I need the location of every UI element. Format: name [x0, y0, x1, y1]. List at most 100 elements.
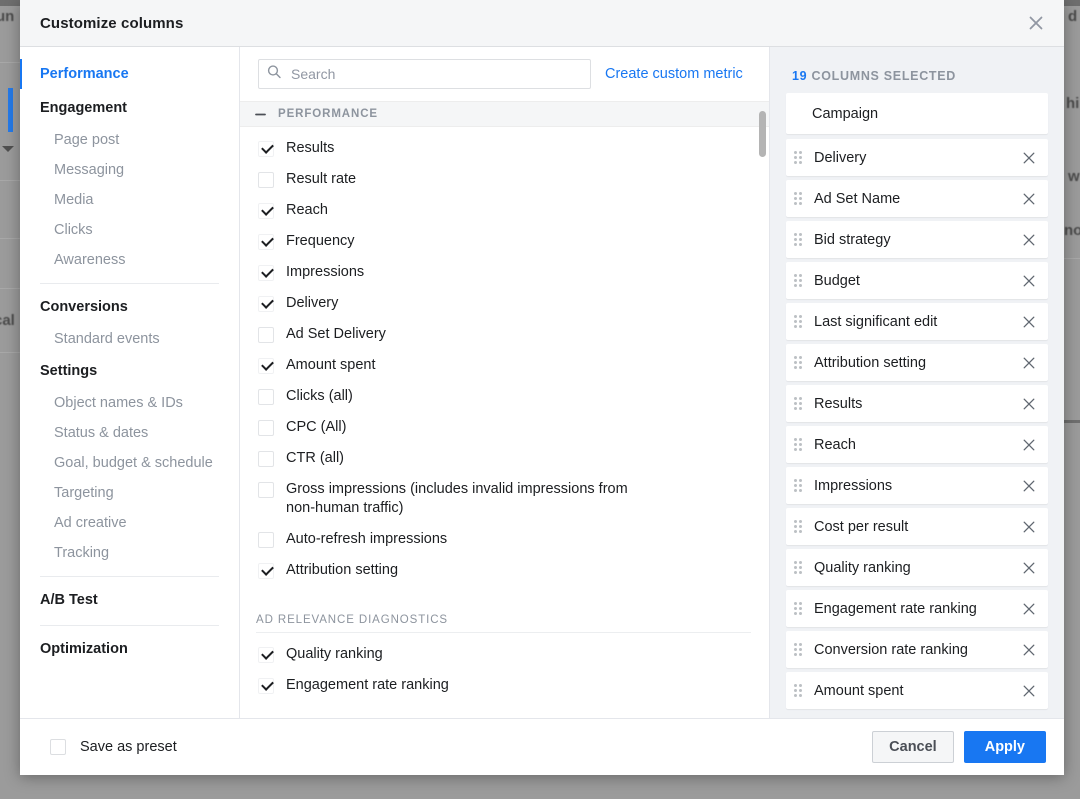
selected-column-item[interactable]: Engagement rate ranking	[786, 590, 1048, 627]
sidebar-subitem-page-post[interactable]: Page post	[20, 125, 239, 155]
sidebar-item-performance[interactable]: Performance	[20, 57, 239, 91]
metric-row[interactable]: Amount spent	[240, 350, 769, 381]
sidebar-subitem-targeting[interactable]: Targeting	[20, 478, 239, 508]
save-as-preset-control[interactable]: Save as preset	[50, 739, 177, 755]
remove-column-icon[interactable]	[1020, 231, 1038, 249]
drag-handle-icon[interactable]	[794, 478, 806, 493]
drag-handle-icon[interactable]	[794, 601, 806, 616]
selected-column-item[interactable]: Delivery	[786, 139, 1048, 176]
metric-row[interactable]: Ad Set Delivery	[240, 319, 769, 350]
metric-row[interactable]: Clicks (all)	[240, 381, 769, 412]
sidebar-subitem-status-dates[interactable]: Status & dates	[20, 418, 239, 448]
close-icon[interactable]	[1024, 11, 1048, 35]
drag-handle-icon[interactable]	[794, 396, 806, 411]
selected-column-item[interactable]: Campaign	[786, 93, 1048, 134]
metric-row[interactable]: Attribution setting	[240, 555, 769, 586]
apply-button[interactable]: Apply	[963, 731, 1046, 763]
remove-column-icon[interactable]	[1020, 272, 1038, 290]
sidebar-subitem-media[interactable]: Media	[20, 185, 239, 215]
checkbox-icon[interactable]	[258, 327, 274, 343]
remove-column-icon[interactable]	[1020, 477, 1038, 495]
checkbox-checked-icon[interactable]	[258, 647, 274, 663]
sidebar-subitem-object-names-ids[interactable]: Object names & IDs	[20, 388, 239, 418]
sidebar-subitem-tracking[interactable]: Tracking	[20, 538, 239, 568]
sidebar-item-engagement[interactable]: Engagement	[20, 91, 239, 125]
checkbox-icon[interactable]	[258, 420, 274, 436]
selected-column-item[interactable]: Budget	[786, 262, 1048, 299]
drag-handle-icon[interactable]	[794, 314, 806, 329]
minus-icon[interactable]	[254, 108, 266, 120]
checkbox-checked-icon[interactable]	[258, 296, 274, 312]
sidebar-subitem-messaging[interactable]: Messaging	[20, 155, 239, 185]
selected-column-item[interactable]: Last significant edit	[786, 303, 1048, 340]
drag-handle-icon[interactable]	[794, 232, 806, 247]
remove-column-icon[interactable]	[1020, 395, 1038, 413]
checkbox-checked-icon[interactable]	[258, 358, 274, 374]
checkbox-icon[interactable]	[258, 532, 274, 548]
drag-handle-icon[interactable]	[794, 191, 806, 206]
remove-column-icon[interactable]	[1020, 641, 1038, 659]
remove-column-icon[interactable]	[1020, 313, 1038, 331]
drag-handle-icon[interactable]	[794, 437, 806, 452]
sidebar-subitem-clicks[interactable]: Clicks	[20, 215, 239, 245]
checkbox-icon[interactable]	[258, 389, 274, 405]
checkbox-icon[interactable]	[258, 482, 274, 498]
metric-row[interactable]: CTR (all)	[240, 443, 769, 474]
checkbox-checked-icon[interactable]	[258, 563, 274, 579]
metric-row[interactable]: Impressions	[240, 257, 769, 288]
metric-row[interactable]: Reach	[240, 195, 769, 226]
sidebar-subitem-ad-creative[interactable]: Ad creative	[20, 508, 239, 538]
sidebar-item-a-b-test[interactable]: A/B Test	[20, 583, 239, 617]
remove-column-icon[interactable]	[1020, 600, 1038, 618]
metric-row[interactable]: Results	[240, 133, 769, 164]
selected-column-item[interactable]: Attribution setting	[786, 344, 1048, 381]
drag-handle-icon[interactable]	[794, 683, 806, 698]
metric-row[interactable]: Auto-refresh impressions	[240, 524, 769, 555]
sidebar-subitem-awareness[interactable]: Awareness	[20, 245, 239, 275]
remove-column-icon[interactable]	[1020, 436, 1038, 454]
drag-handle-icon[interactable]	[794, 150, 806, 165]
checkbox-checked-icon[interactable]	[258, 141, 274, 157]
remove-column-icon[interactable]	[1020, 190, 1038, 208]
drag-handle-icon[interactable]	[794, 355, 806, 370]
selected-column-item[interactable]: Reach	[786, 426, 1048, 463]
selected-column-item[interactable]: Cost per result	[786, 508, 1048, 545]
remove-column-icon[interactable]	[1020, 149, 1038, 167]
sidebar-subitem-standard-events[interactable]: Standard events	[20, 324, 239, 354]
metric-row[interactable]: Engagement rate ranking	[240, 670, 769, 701]
save-as-preset-checkbox[interactable]	[50, 739, 66, 755]
drag-handle-icon[interactable]	[794, 560, 806, 575]
drag-handle-icon[interactable]	[794, 642, 806, 657]
metric-row[interactable]: Gross impressions (includes invalid impr…	[240, 474, 769, 524]
create-custom-metric-link[interactable]: Create custom metric	[605, 66, 743, 82]
drag-handle-icon[interactable]	[794, 519, 806, 534]
search-input[interactable]	[258, 59, 591, 89]
selected-column-item[interactable]: Bid strategy	[786, 221, 1048, 258]
checkbox-checked-icon[interactable]	[258, 678, 274, 694]
selected-column-item[interactable]: Quality ranking	[786, 549, 1048, 586]
checkbox-checked-icon[interactable]	[258, 234, 274, 250]
metric-row[interactable]: Quality ranking	[240, 639, 769, 670]
sidebar-item-optimization[interactable]: Optimization	[20, 632, 239, 666]
selected-column-item[interactable]: Conversion rate ranking	[786, 631, 1048, 668]
checkbox-checked-icon[interactable]	[258, 203, 274, 219]
sidebar-item-settings[interactable]: Settings	[20, 354, 239, 388]
remove-column-icon[interactable]	[1020, 518, 1038, 536]
metric-row[interactable]: Delivery	[240, 288, 769, 319]
selected-column-item[interactable]: Results	[786, 385, 1048, 422]
drag-handle-icon[interactable]	[794, 273, 806, 288]
selected-column-item[interactable]: Amount spent	[786, 672, 1048, 709]
selected-column-item[interactable]: Impressions	[786, 467, 1048, 504]
remove-column-icon[interactable]	[1020, 354, 1038, 372]
checkbox-checked-icon[interactable]	[258, 265, 274, 281]
remove-column-icon[interactable]	[1020, 682, 1038, 700]
selected-column-item[interactable]: Ad Set Name	[786, 180, 1048, 217]
checkbox-icon[interactable]	[258, 451, 274, 467]
checkbox-icon[interactable]	[258, 172, 274, 188]
metric-row[interactable]: Frequency	[240, 226, 769, 257]
metric-row[interactable]: CPC (All)	[240, 412, 769, 443]
metric-row[interactable]: Result rate	[240, 164, 769, 195]
sidebar-item-conversions[interactable]: Conversions	[20, 290, 239, 324]
metrics-scrollbar-thumb[interactable]	[759, 111, 766, 157]
remove-column-icon[interactable]	[1020, 559, 1038, 577]
